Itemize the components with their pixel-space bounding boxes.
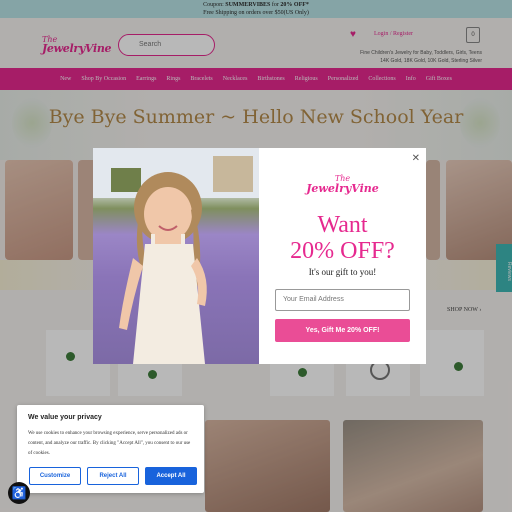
accept-all-button[interactable]: Accept All [145,467,197,485]
popup-subtext: It's our gift to you! [308,267,377,277]
cookie-consent-banner: We value your privacy We use cookies to … [17,405,204,493]
cookie-buttons: Customize Reject All Accept All [29,467,197,485]
girl-illustration [93,148,259,364]
email-field[interactable]: Your Email Address [275,289,410,311]
reject-all-button[interactable]: Reject All [87,467,139,485]
popup-logo-brand: JewelryVine [306,182,379,195]
accessibility-icon[interactable]: ♿ [8,482,30,504]
headline-line-1: Want [317,212,368,238]
email-placeholder: Your Email Address [283,296,344,303]
cookie-title: We value your privacy [28,414,102,421]
popup-content: ✕ The JewelryVine Want 20% OFF? It's our… [259,148,426,364]
cookie-text: We use cookies to enhance your browsing … [28,431,191,456]
popup-logo: The JewelryVine [259,174,426,194]
close-icon[interactable]: ✕ [412,153,420,164]
discount-popup: ✕ The JewelryVine Want 20% OFF? It's our… [93,148,426,364]
headline-line-2: 20% OFF? [290,238,395,264]
customize-button[interactable]: Customize [29,467,81,485]
girl-lavender-photo [93,148,259,364]
popup-headline: Want 20% OFF? [259,212,426,264]
claim-discount-button[interactable]: Yes, Gift Me 20% OFF! [275,319,410,342]
